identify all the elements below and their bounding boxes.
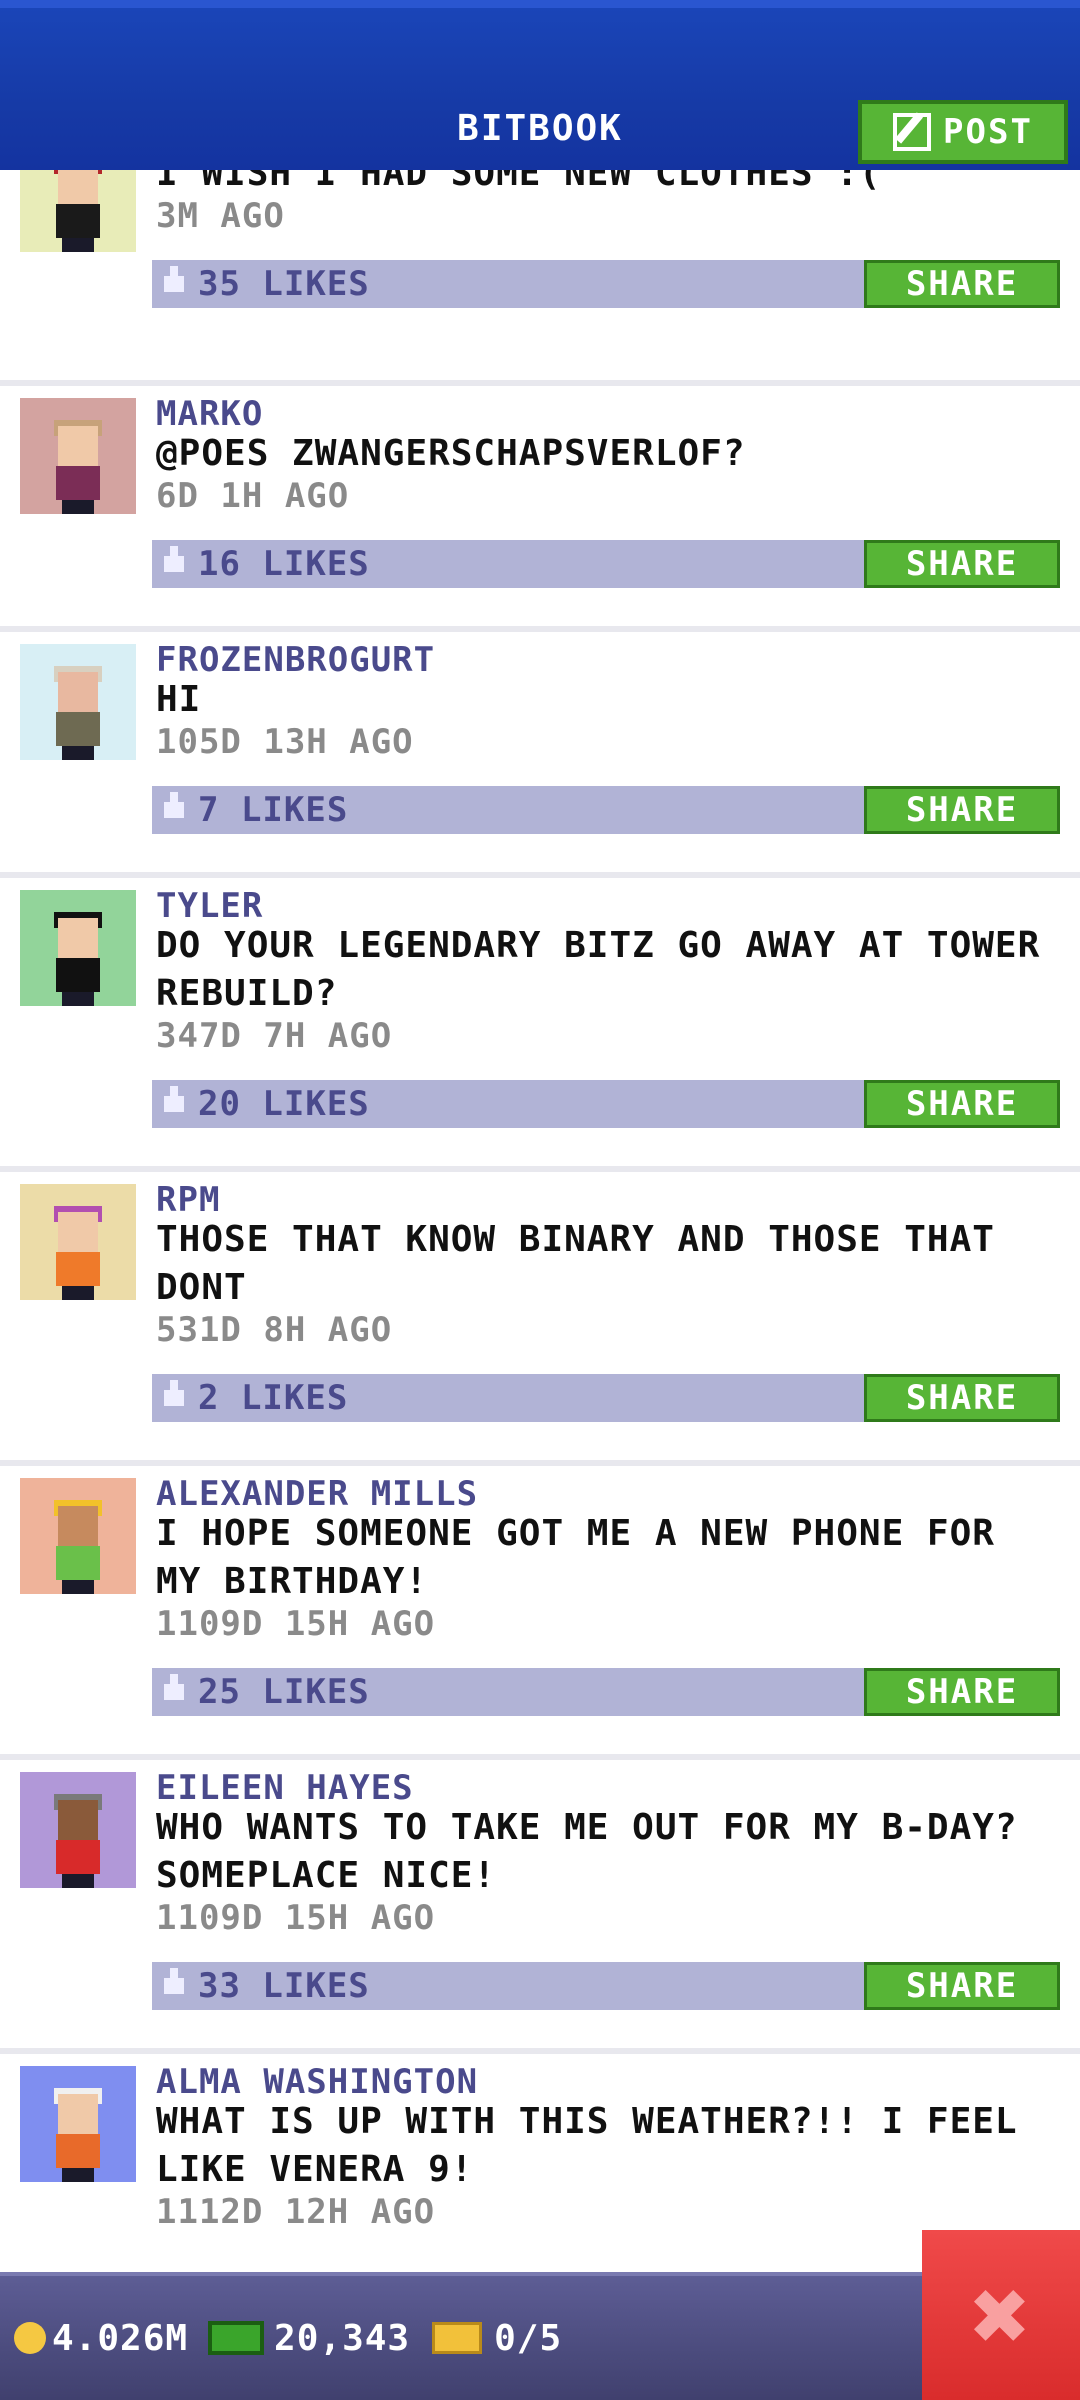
like-count: 33 LIKES [198, 1966, 370, 2006]
post-author[interactable]: RPM [156, 1180, 220, 1220]
avatar[interactable] [20, 644, 136, 760]
avatar[interactable] [20, 1478, 136, 1594]
avatar[interactable] [20, 2066, 136, 2182]
thumbs-up-icon [164, 1086, 184, 1112]
bux-value: 20,343 [274, 2317, 411, 2359]
post-message: WHO WANTS TO TAKE ME OUT FOR MY B-DAY? S… [156, 1807, 1018, 1896]
post-author[interactable]: TYLER [156, 886, 263, 926]
feed-post: EILEEN HAYES WHO WANTS TO TAKE ME OUT FOR… [0, 1760, 1080, 2054]
avatar-sprite [50, 418, 106, 514]
status-bar: 4.026M 20,343 0/5 [0, 2272, 1080, 2400]
like-count: 16 LIKES [198, 544, 370, 584]
close-button[interactable]: ✖ [922, 2230, 1080, 2400]
post-message: WHAT IS UP WITH THIS WEATHER?!! I FEEL L… [156, 2101, 1018, 2190]
like-count: 2 LIKES [198, 1378, 349, 1418]
like-button[interactable]: 20 LIKES [152, 1080, 866, 1128]
post-timestamp: 347D 7H AGO [156, 1016, 393, 1056]
thumbs-up-icon [164, 1968, 184, 1994]
post-author[interactable]: EILEEN HAYES [156, 1768, 414, 1808]
share-button[interactable]: SHARE [864, 1080, 1060, 1128]
like-count: 25 LIKES [198, 1672, 370, 1712]
like-count: 20 LIKES [198, 1084, 370, 1124]
avatar-sprite [50, 664, 106, 760]
post-message: THOSE THAT KNOW BINARY AND THOSE THAT DO… [156, 1219, 995, 1308]
coin-icon [14, 2322, 46, 2354]
app-header: BITBOOK POST [0, 0, 1080, 170]
edit-icon [893, 113, 932, 151]
thumbs-up-icon [164, 792, 184, 818]
post-button-label: POST [943, 112, 1033, 152]
like-button[interactable]: 33 LIKES [152, 1962, 866, 2010]
feed-post: MARKO @POES ZWANGERSCHAPSVERLOF? 6D 1H AGO… [0, 386, 1080, 632]
bux-stat: 20,343 [188, 2318, 410, 2359]
post-timestamp: 1112D 12H AGO [156, 2192, 436, 2232]
post-message: DO YOUR LEGENDARY BITZ GO AWAY AT TOWER … [156, 925, 1041, 1014]
feed-post: FROZENBROGURT HI 105D 13H AGO 7 LIKES SHARE [0, 632, 1080, 878]
post-author[interactable]: ALMA WASHINGTON [156, 2062, 478, 2102]
feed-post: ALEXANDER MILLS I HOPE SOMEONE GOT ME A N… [0, 1466, 1080, 1760]
tickets-stat: 0/5 [410, 2318, 562, 2359]
like-button[interactable]: 35 LIKES [152, 260, 866, 308]
avatar-sprite [50, 2086, 106, 2182]
avatar-sprite [50, 1204, 106, 1300]
thumbs-up-icon [164, 266, 184, 292]
like-button[interactable]: 25 LIKES [152, 1668, 866, 1716]
bux-icon [208, 2321, 265, 2355]
like-button[interactable]: 7 LIKES [152, 786, 866, 834]
thumbs-up-icon [164, 1674, 184, 1700]
post-timestamp: 3M AGO [156, 196, 285, 236]
avatar-sprite [50, 910, 106, 1006]
thumbs-up-icon [164, 546, 184, 572]
like-count: 35 LIKES [198, 264, 370, 304]
coins-stat: 4.026M [0, 2318, 188, 2359]
share-button[interactable]: SHARE [864, 1374, 1060, 1422]
feed-post: RPM THOSE THAT KNOW BINARY AND THOSE THAT… [0, 1172, 1080, 1466]
share-button[interactable]: SHARE [864, 786, 1060, 834]
avatar[interactable] [20, 890, 136, 1006]
coins-value: 4.026M [52, 2317, 189, 2359]
post-button[interactable]: POST [858, 100, 1068, 164]
post-message: @POES ZWANGERSCHAPSVERLOF? [156, 433, 746, 474]
ticket-icon [432, 2322, 483, 2354]
avatar-sprite [50, 1498, 106, 1594]
avatar[interactable] [20, 1772, 136, 1888]
feed-post: JOSHUA TERRYI WISH I HAD SOME NEW CLOTHE… [0, 114, 1080, 386]
like-count: 7 LIKES [198, 790, 349, 830]
post-timestamp: 1109D 15H AGO [156, 1898, 436, 1938]
post-timestamp: 531D 8H AGO [156, 1310, 393, 1350]
post-author[interactable]: MARKO [156, 394, 263, 434]
feed-post: TYLER DO YOUR LEGENDARY BITZ GO AWAY AT T… [0, 878, 1080, 1172]
share-button[interactable]: SHARE [864, 540, 1060, 588]
share-button[interactable]: SHARE [864, 1668, 1060, 1716]
avatar-sprite [50, 1792, 106, 1888]
post-author[interactable]: ALEXANDER MILLS [156, 1474, 478, 1514]
avatar-sprite [50, 156, 106, 252]
close-icon: ✖ [970, 2256, 1032, 2374]
post-message: HI [156, 679, 202, 720]
post-timestamp: 105D 13H AGO [156, 722, 414, 762]
like-button[interactable]: 16 LIKES [152, 540, 866, 588]
avatar[interactable] [20, 1184, 136, 1300]
post-author[interactable]: FROZENBROGURT [156, 640, 435, 680]
avatar[interactable] [20, 398, 136, 514]
post-timestamp: 6D 1H AGO [156, 476, 350, 516]
post-timestamp: 1109D 15H AGO [156, 1604, 436, 1644]
tickets-value: 0/5 [494, 2317, 563, 2359]
thumbs-up-icon [164, 1380, 184, 1406]
share-button[interactable]: SHARE [864, 1962, 1060, 2010]
share-button[interactable]: SHARE [864, 260, 1060, 308]
post-message: I HOPE SOMEONE GOT ME A NEW PHONE FOR MY… [156, 1513, 995, 1602]
like-button[interactable]: 2 LIKES [152, 1374, 866, 1422]
